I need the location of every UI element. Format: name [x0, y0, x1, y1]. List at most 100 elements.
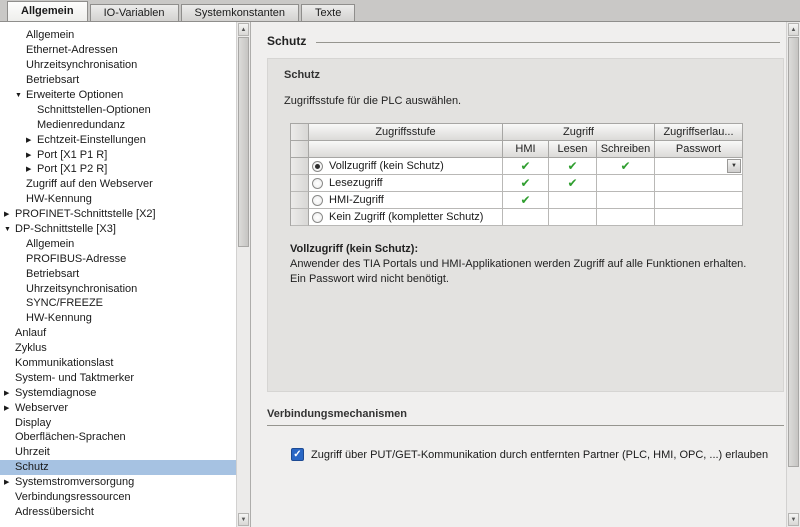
sidebar-item-label: PROFIBUS-Adresse: [26, 253, 126, 265]
sidebar-item-label: Oberflächen-Sprachen: [15, 431, 126, 443]
putget-checkbox[interactable]: ✓: [291, 448, 304, 461]
sidebar-item-schutz[interactable]: Schutz: [0, 460, 236, 475]
sidebar-item-system-und-taktmerker[interactable]: System- und Taktmerker: [0, 370, 236, 385]
sidebar-item-kommunikationslast[interactable]: Kommunikationslast: [0, 356, 236, 371]
sidebar-item-anlauf[interactable]: Anlauf: [0, 326, 236, 341]
chevron-right-icon[interactable]: ▶: [4, 210, 15, 218]
passwort-cell[interactable]: ▼: [655, 158, 743, 175]
chevron-right-icon[interactable]: ▶: [26, 151, 37, 159]
description-title: Vollzugriff (kein Schutz):: [290, 242, 767, 257]
sidebar-item-uhrzeit[interactable]: Uhrzeit: [0, 445, 236, 460]
sidebar-item-erweiterte-optionen[interactable]: ▼Erweiterte Optionen: [0, 88, 236, 103]
navigation-sidebar: AllgemeinEthernet-AdressenUhrzeitsynchro…: [0, 22, 251, 527]
sidebar-item-display[interactable]: Display: [0, 415, 236, 430]
empty-cell-lesen: [549, 192, 597, 209]
chevron-right-icon[interactable]: ▶: [26, 165, 37, 173]
empty-cell-schreiben: [597, 209, 655, 226]
chevron-right-icon[interactable]: ▶: [26, 136, 37, 144]
passwort-cell: [655, 192, 743, 209]
column-header-lesen: Lesen: [549, 141, 597, 158]
access-level-table: Zugriffsstufe Zugriff Zugriffserlau... H…: [290, 123, 743, 226]
sidebar-item-adressubersicht[interactable]: Adressübersicht: [0, 505, 236, 520]
passwort-cell: [655, 175, 743, 192]
sidebar-item-port-x1-p1-r[interactable]: ▶Port [X1 P1 R]: [0, 147, 236, 162]
sidebar-item-hw-kennung[interactable]: HW-Kennung: [0, 311, 236, 326]
page-title: Schutz: [267, 34, 306, 48]
sidebar-item-ethernet-adressen[interactable]: Ethernet-Adressen: [0, 43, 236, 58]
sidebar-item-sync-freeze[interactable]: SYNC/FREEZE: [0, 296, 236, 311]
sidebar-item-label: Anlauf: [15, 327, 46, 339]
sidebar-item-label: Uhrzeitsynchronisation: [26, 59, 137, 71]
sidebar-item-echtzeit-einstellungen[interactable]: ▶Echtzeit-Einstellungen: [0, 132, 236, 147]
scroll-up-icon[interactable]: ▲: [788, 23, 799, 36]
sidebar-item-profinet-schnittstelle-x2[interactable]: ▶PROFINET-Schnittstelle [X2]: [0, 207, 236, 222]
check-icon: ✓: [293, 450, 301, 460]
sidebar-item-oberflachen-sprachen[interactable]: Oberflächen-Sprachen: [0, 430, 236, 445]
tab-allgemein[interactable]: Allgemein: [7, 1, 88, 21]
table-row[interactable]: Lesezugriff: [309, 175, 503, 192]
title-divider: [316, 42, 780, 43]
sidebar-item-label: Zyklus: [15, 342, 47, 354]
radio-lesezugriff[interactable]: [312, 178, 323, 189]
sidebar-item-medienredundanz[interactable]: Medienredundanz: [0, 117, 236, 132]
sidebar-item-label: System- und Taktmerker: [15, 372, 134, 384]
dropdown-arrow-icon[interactable]: ▼: [727, 159, 741, 173]
sidebar-item-port-x1-p2-r[interactable]: ▶Port [X1 P2 R]: [0, 162, 236, 177]
sidebar-item-webserver[interactable]: ▶Webserver: [0, 400, 236, 415]
table-row[interactable]: Vollzugriff (kein Schutz): [309, 158, 503, 175]
sidebar-item-label: PROFINET-Schnittstelle [X2]: [15, 208, 156, 220]
sidebar-item-uhrzeitsynchronisation[interactable]: Uhrzeitsynchronisation: [0, 281, 236, 296]
scroll-down-icon[interactable]: ▼: [238, 513, 249, 526]
sidebar-item-uhrzeitsynchronisation[interactable]: Uhrzeitsynchronisation: [0, 58, 236, 73]
properties-pane: Schutz Schutz Zugriffsstufe für die PLC …: [251, 22, 800, 527]
table-row-selector[interactable]: [291, 209, 309, 226]
sidebar-scrollbar-thumb[interactable]: [238, 37, 249, 247]
sidebar-item-label: Medienredundanz: [37, 119, 125, 131]
scroll-up-icon[interactable]: ▲: [238, 23, 249, 36]
table-row-selector[interactable]: [291, 192, 309, 209]
sidebar-item-label: Webserver: [15, 402, 68, 414]
sidebar-item-systemstromversorgung[interactable]: ▶Systemstromversorgung: [0, 475, 236, 490]
sidebar-item-label: DP-Schnittstelle [X3]: [15, 223, 116, 235]
sidebar-item-allgemein[interactable]: Allgemein: [0, 236, 236, 251]
table-row[interactable]: HMI-Zugriff: [309, 192, 503, 209]
sidebar-scrollbar[interactable]: ▲ ▼: [236, 22, 250, 527]
chevron-right-icon[interactable]: ▶: [4, 404, 15, 412]
radio-kein-zugriff-kompletter-schutz[interactable]: [312, 212, 323, 223]
main-scrollbar[interactable]: ▲ ▼: [786, 22, 800, 527]
main-scrollbar-thumb[interactable]: [788, 37, 799, 467]
tab-systemkonstanten[interactable]: Systemkonstanten: [181, 4, 300, 21]
scroll-down-icon[interactable]: ▼: [788, 513, 799, 526]
radio-hmi-zugriff[interactable]: [312, 195, 323, 206]
column-header-zugriff: Zugriff: [503, 124, 655, 141]
chevron-right-icon[interactable]: ▶: [4, 389, 15, 397]
sidebar-item-dp-schnittstelle-x3[interactable]: ▼DP-Schnittstelle [X3]: [0, 222, 236, 237]
sidebar-item-verbindungsressourcen[interactable]: Verbindungsressourcen: [0, 490, 236, 505]
radio-vollzugriff-kein-schutz[interactable]: [312, 161, 323, 172]
tab-texte[interactable]: Texte: [301, 4, 355, 21]
sidebar-item-profibus-adresse[interactable]: PROFIBUS-Adresse: [0, 251, 236, 266]
sidebar-item-allgemein[interactable]: Allgemein: [0, 28, 236, 43]
sidebar-item-betriebsart[interactable]: Betriebsart: [0, 266, 236, 281]
sidebar-item-zyklus[interactable]: Zyklus: [0, 341, 236, 356]
chevron-down-icon[interactable]: ▼: [15, 92, 26, 99]
check-icon-hmi: ✔: [503, 192, 549, 209]
table-row-selector[interactable]: [291, 175, 309, 192]
chevron-down-icon[interactable]: ▼: [4, 226, 15, 233]
sidebar-item-systemdiagnose[interactable]: ▶Systemdiagnose: [0, 385, 236, 400]
sidebar-item-label: Port [X1 P2 R]: [37, 163, 107, 175]
column-header-passwort: Passwort: [655, 141, 743, 158]
sidebar-item-label: Systemstromversorgung: [15, 476, 134, 488]
chevron-right-icon[interactable]: ▶: [4, 478, 15, 486]
sidebar-item-hw-kennung[interactable]: HW-Kennung: [0, 192, 236, 207]
table-row[interactable]: Kein Zugriff (kompletter Schutz): [309, 209, 503, 226]
empty-cell-schreiben: [597, 175, 655, 192]
sidebar-item-zugriff-auf-den-webserver[interactable]: Zugriff auf den Webserver: [0, 177, 236, 192]
table-row-selector[interactable]: [291, 158, 309, 175]
passwort-dropdown[interactable]: ▼: [655, 158, 742, 174]
tab-io-variablen[interactable]: IO-Variablen: [90, 4, 179, 21]
sidebar-item-schnittstellen-optionen[interactable]: Schnittstellen-Optionen: [0, 102, 236, 117]
access-level-label: Kein Zugriff (kompletter Schutz): [329, 209, 483, 225]
tab-bar: AllgemeinIO-VariablenSystemkonstantenTex…: [0, 0, 800, 21]
sidebar-item-betriebsart[interactable]: Betriebsart: [0, 73, 236, 88]
